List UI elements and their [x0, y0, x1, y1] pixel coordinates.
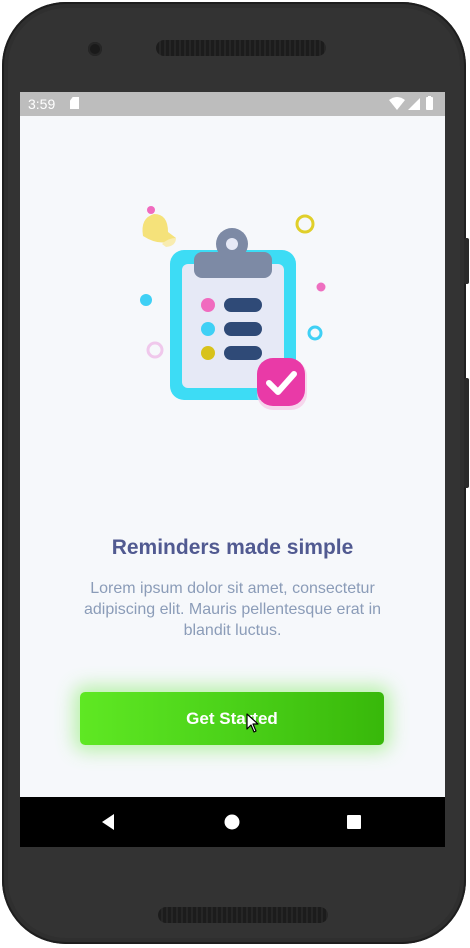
app-screen: 3:59 Reminders made simple Lorem ipsum d…: [20, 92, 445, 847]
home-icon: [224, 814, 240, 830]
status-icons: [389, 96, 433, 110]
onboarding-title: Reminders made simple: [111, 536, 354, 559]
check-badge-icon: [257, 358, 307, 410]
wifi-icon: [389, 97, 405, 110]
deco-circle: [307, 325, 323, 341]
sim-card-icon: [70, 97, 79, 109]
list-bullet-blue: [201, 322, 215, 336]
recents-icon: [347, 815, 361, 829]
volume-button: [464, 378, 469, 488]
home-button[interactable]: [222, 812, 242, 832]
deco-dot: [316, 282, 326, 292]
bell-icon: [142, 206, 176, 247]
status-time: 3:59: [28, 96, 56, 112]
top-speaker-grille: [156, 40, 326, 56]
get-started-label: Get Started: [186, 708, 278, 728]
list-bullet-pink: [201, 298, 215, 312]
front-camera: [88, 42, 102, 56]
mouse-cursor-icon: [246, 713, 259, 733]
deco-dot: [140, 294, 152, 306]
list-line: [224, 346, 262, 360]
system-nav-bar: [20, 797, 445, 847]
clipboard-checklist-illustration: [140, 206, 326, 410]
deco-circle: [295, 214, 315, 234]
get-started-button[interactable]: Get Started: [80, 692, 384, 745]
list-line: [224, 298, 262, 312]
bottom-speaker-grille: [158, 907, 328, 923]
status-bar: 3:59: [20, 92, 445, 116]
list-line: [224, 322, 262, 336]
back-icon: [102, 814, 114, 830]
recents-button[interactable]: [344, 812, 364, 832]
deco-circle: [146, 341, 164, 359]
power-button: [464, 238, 469, 284]
onboarding-description: Lorem ipsum dolor sit amet, consectetur …: [83, 580, 382, 639]
back-button[interactable]: [98, 812, 118, 832]
battery-icon: [426, 96, 433, 110]
list-bullet-yellow: [201, 346, 215, 360]
signal-icon: [408, 98, 420, 110]
